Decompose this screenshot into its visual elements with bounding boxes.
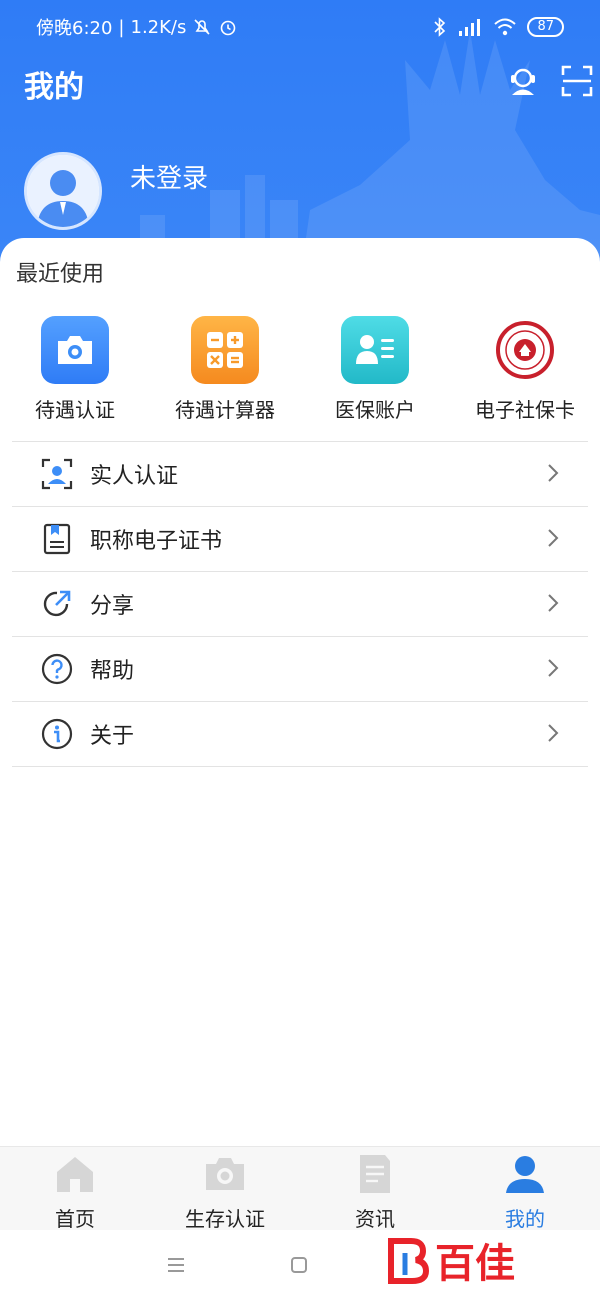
chevron-right-icon bbox=[548, 529, 559, 547]
app-label: 待遇计算器 bbox=[175, 398, 275, 422]
tab-home[interactable]: 首页 bbox=[0, 1153, 150, 1232]
status-time: 傍晚6:20 bbox=[36, 18, 113, 39]
menu-label: 职称电子证书 bbox=[90, 529, 223, 554]
watermark-text: 百佳 bbox=[435, 1241, 515, 1287]
status-net-speed: 1.2K/s bbox=[130, 16, 187, 38]
menu-item-share[interactable]: 分享 bbox=[12, 571, 588, 636]
share-icon bbox=[43, 590, 71, 617]
menu-list: 实人认证 职称电子证书 分享 帮助 关于 bbox=[12, 441, 588, 767]
tab-mine[interactable]: 我的 bbox=[450, 1153, 600, 1232]
help-icon bbox=[41, 653, 73, 685]
recent-apps: 待遇认证 待遇计算器 医保账户 电子社保卡 bbox=[0, 316, 600, 426]
alarm-icon bbox=[221, 20, 236, 36]
chevron-right-icon bbox=[548, 724, 559, 742]
user-icon bbox=[506, 1156, 544, 1193]
chevron-right-icon bbox=[548, 594, 559, 612]
default-user-icon bbox=[27, 155, 99, 227]
signal-icon bbox=[459, 19, 481, 36]
avatar[interactable] bbox=[24, 152, 102, 230]
mute-bell-icon bbox=[194, 19, 210, 35]
battery-level: 87 bbox=[527, 17, 564, 37]
menu-label: 分享 bbox=[90, 594, 135, 619]
app-label: 电子社保卡 bbox=[475, 398, 575, 422]
camera-icon bbox=[58, 336, 92, 364]
tab-label: 首页 bbox=[55, 1207, 95, 1231]
chevron-right-icon bbox=[548, 659, 559, 677]
login-status[interactable]: 未登录 bbox=[130, 158, 208, 195]
app-medical-insurance-account[interactable]: 医保账户 bbox=[300, 316, 450, 423]
menu-item-about[interactable]: 关于 bbox=[12, 701, 588, 767]
camera-icon bbox=[206, 1158, 244, 1190]
certificate-icon bbox=[43, 523, 71, 555]
social-security-card-icon bbox=[496, 321, 554, 379]
app-benefit-certification[interactable]: 待遇认证 bbox=[0, 316, 150, 423]
tab-survival-certification[interactable]: 生存认证 bbox=[150, 1153, 300, 1232]
menu-label: 帮助 bbox=[90, 659, 135, 684]
customer-service-icon[interactable] bbox=[506, 64, 540, 98]
home-button-icon[interactable] bbox=[290, 1256, 308, 1274]
scan-icon[interactable] bbox=[560, 64, 594, 98]
tab-label: 我的 bbox=[505, 1207, 545, 1231]
contact-card-icon bbox=[356, 335, 394, 364]
status-bar: 傍晚6:20 | 1.2K/s 87 bbox=[36, 12, 564, 42]
app-label: 医保账户 bbox=[335, 398, 415, 422]
content-card: 最近使用 待遇认证 待遇计算器 医保账户 电子社保卡 实人认证 职称电子证书 分… bbox=[0, 238, 600, 1146]
watermark: 百佳 bbox=[385, 1232, 585, 1288]
bottom-tab-bar: 首页 生存认证 资讯 我的 bbox=[0, 1146, 600, 1231]
recent-section-title: 最近使用 bbox=[16, 262, 105, 287]
menu-item-real-person-auth[interactable]: 实人认证 bbox=[12, 441, 588, 506]
menu-icon[interactable] bbox=[166, 1257, 186, 1273]
app-label: 待遇认证 bbox=[35, 398, 115, 422]
bluetooth-icon bbox=[434, 17, 446, 37]
menu-item-help[interactable]: 帮助 bbox=[12, 636, 588, 701]
tab-label: 资讯 bbox=[355, 1207, 395, 1231]
app-electronic-social-security-card[interactable]: 电子社保卡 bbox=[450, 316, 600, 423]
tab-news[interactable]: 资讯 bbox=[300, 1153, 450, 1232]
face-scan-icon bbox=[41, 458, 73, 490]
tab-label: 生存认证 bbox=[185, 1207, 265, 1231]
app-benefit-calculator[interactable]: 待遇计算器 bbox=[150, 316, 300, 423]
menu-label: 关于 bbox=[90, 724, 135, 749]
watermark-logo-icon bbox=[388, 1238, 430, 1284]
menu-label: 实人认证 bbox=[90, 464, 179, 489]
chevron-right-icon bbox=[548, 464, 559, 482]
menu-item-title-certificate[interactable]: 职称电子证书 bbox=[12, 506, 588, 571]
wifi-icon bbox=[494, 18, 517, 36]
info-icon bbox=[41, 718, 73, 750]
calculator-icon bbox=[207, 332, 243, 368]
home-icon bbox=[57, 1157, 93, 1192]
page-title: 我的 bbox=[24, 70, 84, 105]
document-icon bbox=[360, 1155, 390, 1193]
